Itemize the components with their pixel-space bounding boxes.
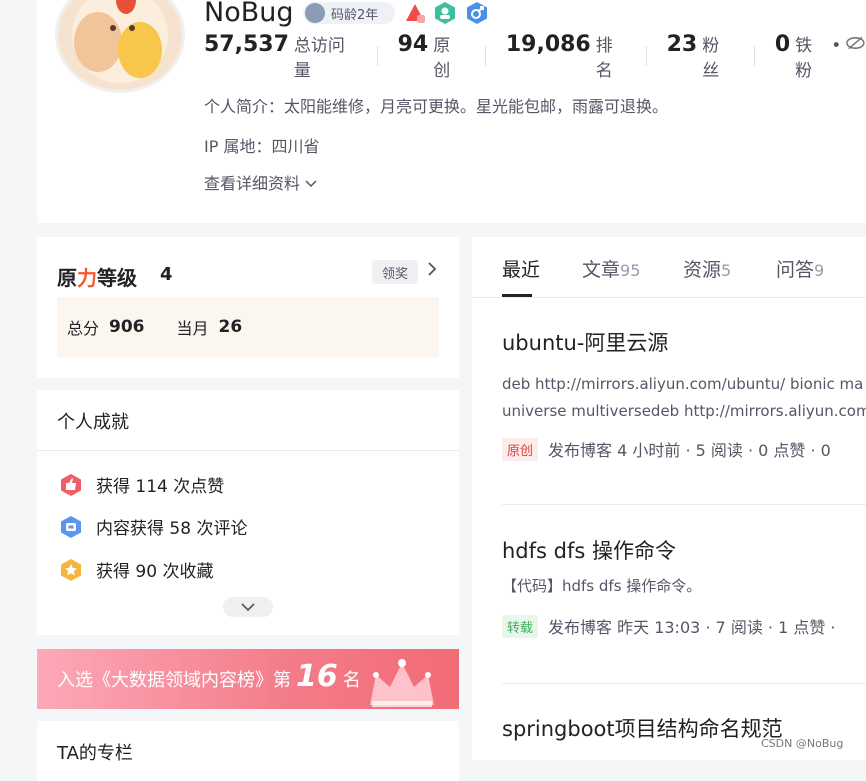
divider	[376, 46, 378, 66]
article-item[interactable]: hdfs dfs 操作命令 【代码】hdfs dfs 操作命令。 转载 发布博客…	[502, 535, 866, 638]
stat-label: 排名	[595, 36, 613, 81]
stat-number: 0	[774, 32, 791, 57]
rank-banner[interactable]: 入选《大数据领域内容榜》第 16 名	[37, 649, 459, 709]
chevron-down-icon	[305, 180, 317, 188]
achievement-likes: 获得 114 次点赞	[59, 472, 224, 497]
tab-active-indicator	[502, 294, 532, 297]
column-card: TA的专栏	[37, 721, 459, 781]
tab-label: 资源	[683, 259, 722, 281]
award-button[interactable]: 领奖	[372, 260, 418, 284]
achievement-text: 获得 114 次点赞	[96, 477, 225, 497]
article-meta-text: 发布博客 4 小时前 · 5 阅读 · 0 点赞 · 0	[548, 441, 831, 460]
stat-fans[interactable]: 23 粉丝	[667, 31, 734, 81]
stats-row: 57,537 总访问量 94 原创 19,086 排名 23 粉丝 0 铁粉 •	[204, 32, 866, 81]
article-desc-line: 【代码】hdfs dfs 操作命令。	[502, 577, 702, 595]
achievements-title: 个人成就	[57, 412, 129, 433]
eye-hidden-icon[interactable]	[845, 35, 866, 51]
stat-number: 19,086	[505, 32, 591, 57]
tab-count: 95	[620, 261, 641, 280]
chevron-down-icon	[241, 602, 255, 611]
rank-text: 入选《大数据领域内容榜》第 16 名	[57, 659, 361, 694]
divider	[502, 504, 866, 505]
chevron-right-icon[interactable]	[427, 261, 437, 282]
tab-questions[interactable]: 问答9	[776, 255, 824, 282]
article-title[interactable]: ubuntu-阿里云源	[502, 327, 866, 357]
divider	[37, 450, 459, 451]
flag-medal-icon[interactable]	[403, 1, 427, 25]
stat-label: 原创	[433, 36, 451, 81]
original-tag: 原创	[502, 437, 539, 461]
bullet-dot: •	[831, 36, 842, 56]
stat-label: 粉丝	[702, 36, 720, 81]
achievement-favorites: 获得 90 次收藏	[59, 557, 213, 582]
comment-icon	[61, 515, 81, 538]
stat-number: 23	[666, 32, 698, 57]
rank-prefix: 入选《大数据领域内容榜》第	[57, 670, 291, 691]
tab-label: 问答	[776, 259, 815, 281]
watermark: CSDN @NoBug	[761, 737, 844, 750]
tab-label: 文章	[582, 259, 621, 281]
achievement-text: 内容获得 58 次评论	[96, 519, 248, 539]
tab-count: 5	[721, 261, 732, 280]
repost-tag: 转载	[502, 614, 539, 638]
article-feed: 最近 文章95 资源5 问答9 ubuntu-阿里云源 deb http://m…	[472, 237, 866, 760]
divider	[484, 46, 486, 66]
stat-original[interactable]: 94 原创	[398, 31, 465, 81]
total-score-value: 906	[109, 317, 145, 337]
expand-button[interactable]	[223, 597, 273, 617]
column-title: TA的专栏	[57, 743, 133, 764]
tab-count: 9	[814, 261, 825, 280]
level-title-part: 等级	[97, 266, 137, 290]
crown-icon	[370, 659, 434, 707]
level-title-accent: 力	[77, 266, 97, 290]
code-age-icon	[305, 3, 325, 23]
divider	[645, 46, 647, 66]
code-age-label: 码龄2年	[331, 7, 379, 23]
stat-label: 总访问量	[293, 36, 345, 81]
ip-location: IP 属地：四川省	[204, 137, 320, 156]
divider	[502, 683, 866, 684]
username: NoBug	[204, 0, 294, 28]
achievement-text: 获得 90 次收藏	[96, 562, 214, 582]
stat-rank[interactable]: 19,086 排名	[506, 31, 626, 81]
total-score-label: 总分	[67, 319, 100, 338]
article-title[interactable]: hdfs dfs 操作命令	[502, 535, 866, 565]
tab-label: 最近	[502, 259, 541, 281]
stat-iron-fans[interactable]: 0 铁粉 •	[775, 31, 866, 81]
stat-label: 铁粉	[795, 36, 813, 81]
achievement-comments: 内容获得 58 次评论	[59, 514, 247, 539]
tab-resources[interactable]: 资源5	[683, 255, 731, 282]
people-medal-icon[interactable]	[433, 1, 457, 25]
code-age-badge: 码龄2年	[303, 2, 395, 24]
article-meta: 原创 发布博客 4 小时前 · 5 阅读 · 0 点赞 · 0	[502, 437, 866, 461]
level-card: 原力等级 4 领奖 总分 906 当月 26	[37, 237, 459, 378]
tab-bar: 最近 文章95 资源5 问答9	[472, 237, 866, 298]
month-score-value: 26	[218, 317, 243, 337]
score-box: 总分 906 当月 26	[57, 297, 439, 357]
star-icon	[61, 558, 81, 581]
article-item[interactable]: ubuntu-阿里云源 deb http://mirrors.aliyun.co…	[502, 327, 866, 461]
article-desc-line: deb http://mirrors.aliyun.com/ubuntu/ bi…	[502, 375, 864, 393]
rank-number: 16	[296, 659, 338, 694]
male-medal-icon[interactable]	[465, 1, 489, 25]
stat-number: 57,537	[204, 32, 289, 57]
tab-articles[interactable]: 文章95	[582, 255, 640, 282]
article-desc-line: universe multiversedeb http://mirrors.al…	[502, 402, 866, 420]
tab-recent[interactable]: 最近	[502, 255, 540, 282]
level-value: 4	[160, 264, 173, 285]
level-title: 原力等级	[57, 262, 137, 291]
view-details-label: 查看详细资料	[204, 174, 301, 193]
article-meta: 转载 发布博客 昨天 13:03 · 7 阅读 · 1 点赞 ·	[502, 614, 866, 638]
view-details-link[interactable]: 查看详细资料	[204, 170, 317, 194]
article-meta-text: 发布博客 昨天 13:03 · 7 阅读 · 1 点赞 ·	[548, 618, 836, 637]
stat-number: 94	[397, 32, 429, 57]
stat-visits[interactable]: 57,537 总访问量	[204, 31, 357, 81]
rank-suffix: 名	[342, 670, 361, 691]
thumbs-up-icon	[61, 473, 81, 496]
level-title-part: 原	[57, 266, 77, 290]
divider	[753, 46, 755, 66]
month-score-label: 当月	[176, 319, 209, 338]
bio-text: 个人简介：太阳能维修，月亮可更换。星光能包邮，雨露可退换。	[204, 97, 669, 116]
achievements-card: 个人成就 获得 114 次点赞 内容获得 58 次评论 获得 90 次收藏	[37, 390, 459, 635]
